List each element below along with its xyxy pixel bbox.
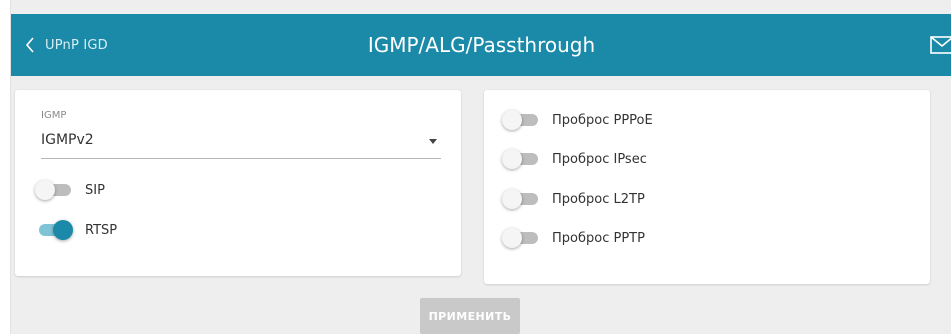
- igmp-select[interactable]: IGMP IGMPv2: [41, 110, 441, 159]
- rtsp-toggle[interactable]: RTSP: [35, 220, 117, 240]
- l2tp-switch[interactable]: [502, 189, 540, 209]
- pptp-passthrough-toggle[interactable]: Проброс PPTP: [502, 228, 645, 248]
- passthrough-card: Проброс PPPoE Проброс IPsec Проброс L2TP…: [484, 90, 930, 284]
- sip-switch[interactable]: [35, 180, 73, 200]
- page-header: UPnP IGD IGMP/ALG/Passthrough: [11, 14, 951, 76]
- l2tp-label: Проброс L2TP: [552, 191, 645, 207]
- rtsp-label: RTSP: [85, 222, 118, 238]
- alg-card: IGMP IGMPv2 SIP RTSP: [15, 90, 461, 276]
- pppoe-switch[interactable]: [502, 110, 540, 130]
- pptp-label: Проброс PPTP: [552, 230, 645, 246]
- igmp-select-value: IGMPv2: [41, 132, 94, 148]
- ipsec-switch[interactable]: [502, 149, 540, 169]
- ipsec-label: Проброс IPsec: [552, 151, 647, 167]
- mail-icon[interactable]: [930, 36, 951, 54]
- rtsp-switch[interactable]: [35, 220, 73, 240]
- l2tp-passthrough-toggle[interactable]: Проброс L2TP: [502, 189, 645, 209]
- pptp-switch[interactable]: [502, 228, 540, 248]
- ipsec-passthrough-toggle[interactable]: Проброс IPsec: [502, 149, 647, 169]
- app-frame: UPnP IGD IGMP/ALG/Passthrough IGMP IGMPv…: [10, 0, 951, 334]
- pppoe-label: Проброс PPPoE: [552, 112, 653, 128]
- sip-label: SIP: [85, 182, 105, 198]
- apply-button[interactable]: ПРИМЕНИТЬ: [420, 298, 520, 334]
- dropdown-arrow-icon: [429, 139, 437, 144]
- sip-toggle[interactable]: SIP: [35, 180, 105, 200]
- page-title: IGMP/ALG/Passthrough: [367, 33, 596, 57]
- pppoe-passthrough-toggle[interactable]: Проброс PPPoE: [502, 110, 653, 130]
- igmp-select-label: IGMP: [41, 110, 67, 121]
